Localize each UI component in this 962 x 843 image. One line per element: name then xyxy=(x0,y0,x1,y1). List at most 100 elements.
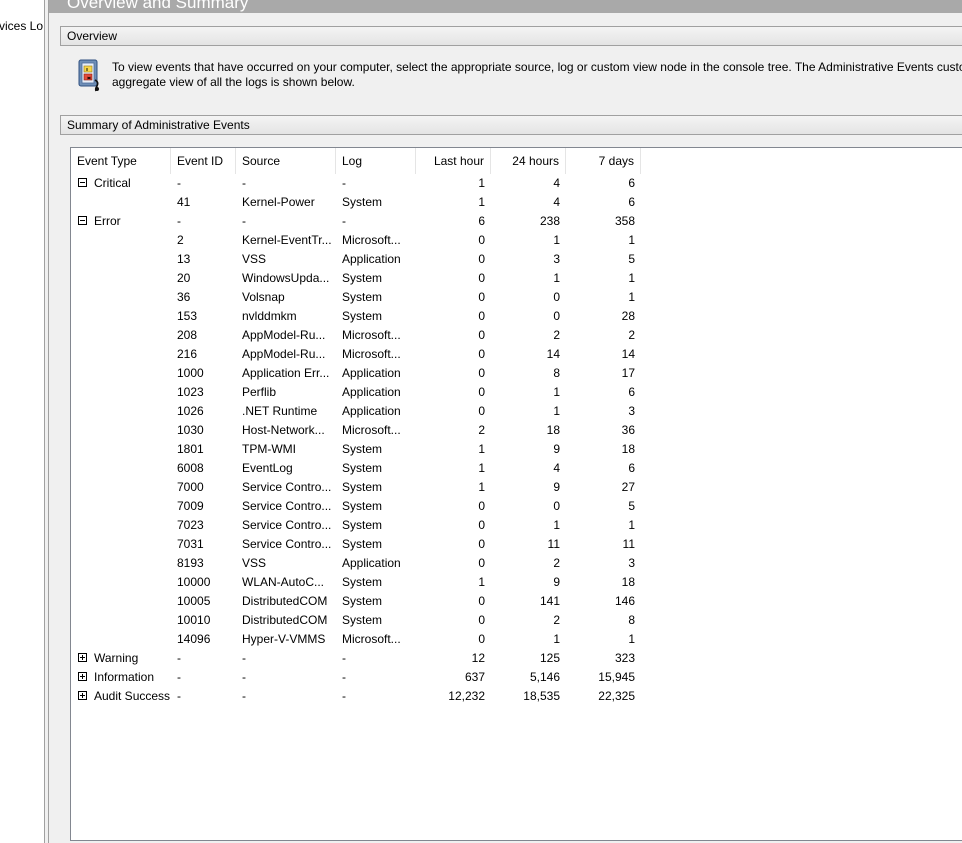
table-row[interactable]: 7031 Service Contro... System 0 11 11 xyxy=(71,535,671,554)
collapse-icon[interactable] xyxy=(78,178,87,187)
table-row[interactable]: 14096 Hyper-V-VMMS Microsoft... 0 1 1 xyxy=(71,630,671,649)
table-row[interactable]: 1801 TPM-WMI System 1 9 18 xyxy=(71,440,671,459)
cell-event-type xyxy=(94,307,171,326)
cell-hour: 1 xyxy=(478,575,485,589)
cell-day: 9 xyxy=(553,575,560,589)
cell-log: - xyxy=(342,670,346,684)
cell-id: 216 xyxy=(177,347,198,361)
cell-hour: 6 xyxy=(478,214,485,228)
cell-day: 1 xyxy=(553,632,560,646)
expand-icon[interactable] xyxy=(78,672,87,681)
table-row-group[interactable]: Critical - - - 1 4 6 xyxy=(71,174,671,193)
column-header-7-days[interactable]: 7 days xyxy=(566,148,641,174)
table-row-group[interactable]: Error - - - 6 238 358 xyxy=(71,212,671,231)
table-row[interactable]: 10010 DistributedCOM System 0 2 8 xyxy=(71,611,671,630)
cell-log: System xyxy=(342,499,383,513)
cell-id: 13 xyxy=(177,252,191,266)
cell-log: System xyxy=(342,613,383,627)
tree-node-services-logs[interactable]: rvices Lo xyxy=(0,19,43,33)
page-header: Overview and Summary xyxy=(49,0,962,13)
cell-hour: 12 xyxy=(471,651,485,665)
column-header-last-hour[interactable]: Last hour xyxy=(416,148,491,174)
table-row[interactable]: 6008 EventLog System 1 4 6 xyxy=(71,459,671,478)
cell-log: Microsoft... xyxy=(342,423,401,437)
console-tree-pane: rvices Lo xyxy=(0,0,44,843)
cell-week: 36 xyxy=(621,423,635,437)
table-row[interactable]: 41 Kernel-Power System 1 4 6 xyxy=(71,193,671,212)
cell-source: - xyxy=(242,651,246,665)
cell-source: Hyper-V-VMMS xyxy=(242,632,326,646)
expand-icon[interactable] xyxy=(78,653,87,662)
column-header-event-id[interactable]: Event ID xyxy=(171,148,236,174)
cell-id: 8193 xyxy=(177,556,204,570)
cell-log: System xyxy=(342,271,383,285)
table-row[interactable]: 10005 DistributedCOM System 0 141 146 xyxy=(71,592,671,611)
cell-source: TPM-WMI xyxy=(242,442,296,456)
cell-day: 141 xyxy=(539,594,560,608)
overview-section-header[interactable]: Overview xyxy=(60,26,962,46)
cell-source: Service Contro... xyxy=(242,518,332,532)
cell-week: 323 xyxy=(614,651,635,665)
summary-section-header[interactable]: Summary of Administrative Events xyxy=(60,115,962,135)
cell-source: Host-Network... xyxy=(242,423,325,437)
table-row[interactable]: 1030 Host-Network... Microsoft... 2 18 36 xyxy=(71,421,671,440)
table-row[interactable]: 7009 Service Contro... System 0 0 5 xyxy=(71,497,671,516)
cell-source: Kernel-Power xyxy=(242,195,315,209)
table-row[interactable]: 2 Kernel-EventTr... Microsoft... 0 1 1 xyxy=(71,231,671,250)
table-row[interactable]: 8193 VSS Application 0 2 3 xyxy=(71,554,671,573)
column-header-24-hours[interactable]: 24 hours xyxy=(491,148,566,174)
cell-hour: 1 xyxy=(478,461,485,475)
cell-id: 20 xyxy=(177,271,191,285)
cell-event-type xyxy=(94,478,171,497)
cell-event-type xyxy=(94,630,171,649)
table-row[interactable]: 20 WindowsUpda... System 0 1 1 xyxy=(71,269,671,288)
cell-hour: 0 xyxy=(478,347,485,361)
main-pane: Overview and Summary Overview To view ev… xyxy=(49,0,962,843)
cell-week: 17 xyxy=(621,366,635,380)
cell-event-type: Warning xyxy=(94,651,139,665)
cell-source: - xyxy=(242,214,246,228)
table-row-group[interactable]: Audit Success - - -12,232 18,535 22,325 xyxy=(71,687,671,706)
cell-id: 10000 xyxy=(177,575,211,589)
cell-source: EventLog xyxy=(242,461,293,475)
cell-day: 238 xyxy=(539,214,560,228)
cell-log: - xyxy=(342,651,346,665)
table-row[interactable]: 10000 WLAN-AutoC... System 1 9 18 xyxy=(71,573,671,592)
cell-source: - xyxy=(242,689,246,703)
cell-source: Volsnap xyxy=(242,290,285,304)
cell-id: 1026 xyxy=(177,404,204,418)
cell-hour: 1 xyxy=(478,442,485,456)
table-row[interactable]: 13 VSS Application 0 3 5 xyxy=(71,250,671,269)
cell-hour: 0 xyxy=(478,499,485,513)
table-row[interactable]: 1026 .NET Runtime Application 0 1 3 xyxy=(71,402,671,421)
cell-week: 6 xyxy=(628,461,635,475)
cell-event-type xyxy=(94,364,171,383)
column-header-log[interactable]: Log xyxy=(336,148,416,174)
cell-week: 146 xyxy=(614,594,635,608)
table-row[interactable]: 216 AppModel-Ru... Microsoft... 0 14 14 xyxy=(71,345,671,364)
collapse-icon[interactable] xyxy=(78,216,87,225)
column-header-source[interactable]: Source xyxy=(236,148,336,174)
table-row[interactable]: 153 nvlddmkm System 0 0 28 xyxy=(71,307,671,326)
cell-day: 1 xyxy=(553,518,560,532)
table-row[interactable]: 7023 Service Contro... System 0 1 1 xyxy=(71,516,671,535)
cell-hour: 2 xyxy=(478,423,485,437)
table-row[interactable]: 7000 Service Contro... System 1 9 27 xyxy=(71,478,671,497)
table-row-group[interactable]: Warning - - - 12 125 323 xyxy=(71,649,671,668)
cell-log: System xyxy=(342,461,383,475)
table-row[interactable]: 1000 Application Err... Application 0 8 17 xyxy=(71,364,671,383)
table-row[interactable]: 36 Volsnap System 0 0 1 xyxy=(71,288,671,307)
cell-day: 11 xyxy=(547,537,560,551)
cell-day: 1 xyxy=(553,404,560,418)
cell-log: System xyxy=(342,442,383,456)
table-row[interactable]: 208 AppModel-Ru... Microsoft... 0 2 2 xyxy=(71,326,671,345)
cell-source: .NET Runtime xyxy=(242,404,318,418)
table-row-group[interactable]: Information - - - 637 5,146 15,945 xyxy=(71,668,671,687)
cell-log: System xyxy=(342,537,383,551)
expand-icon[interactable] xyxy=(78,691,87,700)
cell-hour: 0 xyxy=(478,632,485,646)
column-header-event-type[interactable]: Event Type xyxy=(71,148,171,174)
cell-id: 1801 xyxy=(177,442,204,456)
cell-week: 18 xyxy=(621,442,635,456)
table-row[interactable]: 1023 Perflib Application 0 1 6 xyxy=(71,383,671,402)
